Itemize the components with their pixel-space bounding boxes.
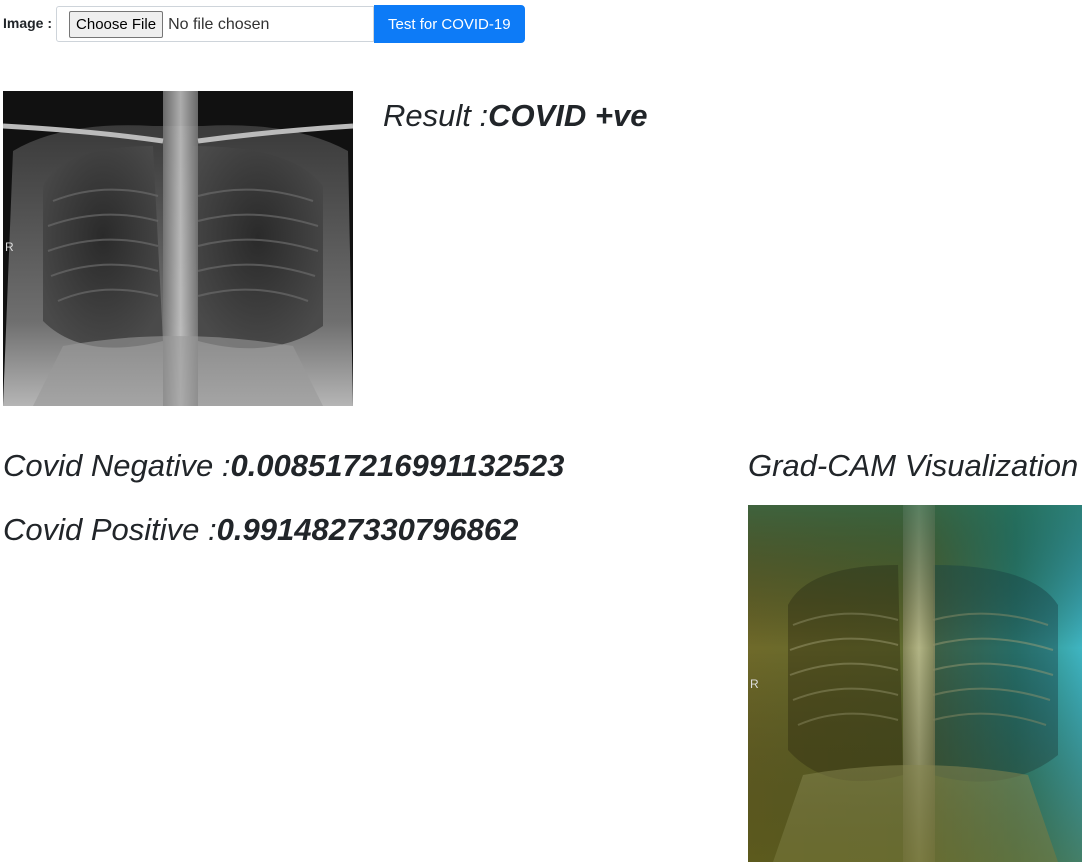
result-line: Result :COVID +ve [383,98,647,134]
result-label: Result : [383,98,489,133]
positive-value: 0.9914827330796862 [216,512,519,547]
result-value: COVID +ve [488,98,648,133]
test-covid-button[interactable]: Test for COVID-19 [374,5,525,43]
gradcam-title: Grad-CAM Visualization [748,448,1079,483]
uploaded-xray-image: R [3,91,353,406]
file-status-text: No file chosen [168,15,270,33]
gradcam-marker: R [750,677,759,691]
negative-label: Covid Negative : [3,448,231,483]
upload-form: Image : Choose File No file chosen Test … [3,5,525,43]
positive-label: Covid Positive : [3,512,217,547]
covid-positive-score: Covid Positive :0.9914827330796862 [3,512,518,548]
covid-negative-score: Covid Negative :0.008517216991132523 [3,448,564,484]
choose-file-button[interactable]: Choose File [69,10,164,38]
gradcam-heatmap-image: R [748,505,1082,862]
xray-marker: R [5,240,14,254]
image-field-label: Image : [3,15,53,31]
file-input[interactable]: Choose File No file chosen [56,6,375,42]
negative-value: 0.008517216991132523 [230,448,565,483]
